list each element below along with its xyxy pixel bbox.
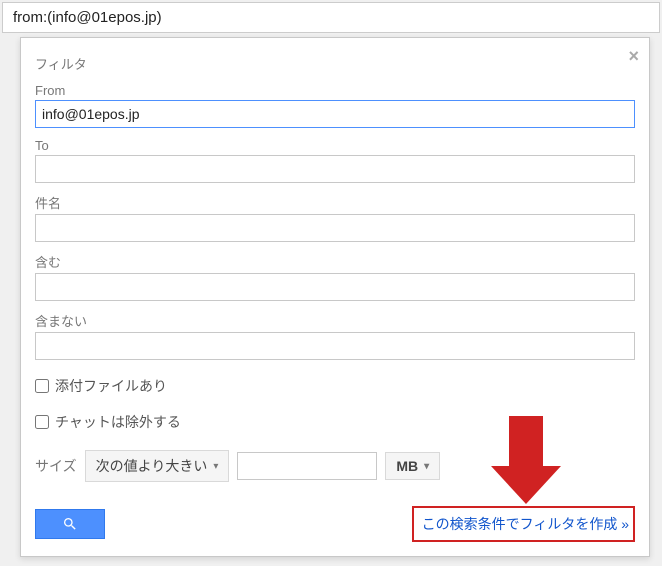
size-unit-value: MB	[396, 458, 418, 474]
search-button[interactable]	[35, 509, 105, 539]
exclude-chat-checkbox[interactable]	[35, 415, 49, 429]
not-has-input[interactable]	[35, 332, 635, 360]
bottom-row: この検索条件でフィルタを作成 »	[35, 506, 635, 542]
to-input[interactable]	[35, 155, 635, 183]
filter-panel: × フィルタ From To 件名 含む 含まない 添付ファイルあり チャットは…	[20, 37, 650, 557]
caret-icon: ▾	[213, 461, 218, 472]
has-label: 含む	[35, 252, 635, 271]
size-operator-select[interactable]: 次の値より大きい ▾	[85, 450, 230, 482]
create-filter-link[interactable]: この検索条件でフィルタを作成 »	[422, 516, 629, 532]
panel-title: フィルタ	[35, 54, 635, 73]
search-bar[interactable]: from:(info@01epos.jp)	[2, 2, 660, 33]
has-input[interactable]	[35, 273, 635, 301]
from-input[interactable]	[35, 100, 635, 128]
annotation-arrow	[491, 416, 561, 506]
size-operator-value: 次の値より大きい	[96, 456, 208, 476]
subject-label: 件名	[35, 193, 635, 212]
size-value-input[interactable]	[237, 452, 377, 480]
exclude-chat-label: チャットは除外する	[55, 412, 181, 432]
from-label: From	[35, 83, 635, 98]
subject-input[interactable]	[35, 214, 635, 242]
not-has-label: 含まない	[35, 311, 635, 330]
attachment-checkbox[interactable]	[35, 379, 49, 393]
caret-icon: ▾	[424, 461, 429, 472]
create-filter-highlight: この検索条件でフィルタを作成 »	[412, 506, 635, 542]
size-unit-select[interactable]: MB ▾	[385, 452, 440, 480]
size-label: サイズ	[35, 456, 77, 476]
attachment-row: 添付ファイルあり	[35, 376, 635, 396]
attachment-label: 添付ファイルあり	[55, 376, 167, 396]
search-icon	[62, 516, 78, 532]
to-label: To	[35, 138, 635, 153]
close-icon[interactable]: ×	[628, 46, 639, 67]
